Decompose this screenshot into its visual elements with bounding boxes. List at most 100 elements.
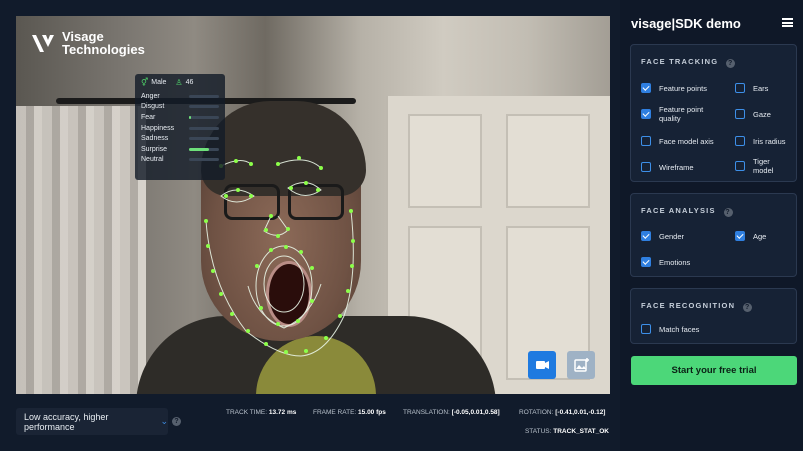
option-tiger-model[interactable]: Tiger model [735, 157, 785, 175]
option-wireframe[interactable]: Wireframe [641, 162, 721, 172]
option-label: Gender [659, 231, 685, 241]
brand-line-2: Technologies [62, 42, 145, 57]
emotion-list: Anger Disgust Fear Happiness Sadness Surprise… [141, 91, 219, 165]
emotion-label: Surprise [141, 145, 168, 153]
gender-value: Male [151, 79, 167, 86]
checkbox[interactable] [641, 231, 651, 241]
video-feed: Visage Technologies ⚥ Male ♙ 46 Anger Dis… [16, 16, 610, 394]
rotation-stat: ROTATION: [-0.41,0.01,-0.12] [519, 409, 605, 416]
emotion-label: Neutral [141, 156, 164, 164]
emotion-row: Anger [141, 91, 219, 102]
option-age[interactable]: Age [735, 231, 795, 241]
app-title: visage|SDK demo [631, 16, 741, 31]
face-tracking-mesh [204, 156, 355, 357]
option-face-model-axis[interactable]: Face model axis [641, 136, 721, 146]
translation-stat: TRANSLATION: [-0.05,0.01,0.58] [403, 409, 500, 416]
accuracy-select[interactable]: Low accuracy, higher performance ⌄ [16, 408, 168, 435]
frame-rate-label: FRAME RATE: [313, 409, 357, 416]
checkbox[interactable] [641, 136, 651, 146]
emotion-row: Happiness [141, 123, 219, 134]
emotion-label: Disgust [141, 103, 165, 111]
emotion-level-bar [189, 158, 219, 162]
checkbox[interactable] [641, 162, 651, 172]
help-icon[interactable]: ? [723, 208, 733, 217]
checkbox[interactable] [641, 257, 651, 267]
emotion-level-bar [189, 126, 219, 130]
track-time-stat: TRACK TIME: 13.72 ms [226, 409, 296, 416]
option-label: Wireframe [659, 162, 694, 172]
snapshot-button[interactable] [567, 351, 595, 379]
checkbox[interactable] [735, 136, 745, 146]
option-feature-point-quality[interactable]: Feature point quality [641, 105, 721, 123]
option-feature-points[interactable]: Feature points [641, 83, 721, 93]
option-label: Face model axis [659, 136, 714, 146]
chevron-down-icon: ⌄ [160, 416, 168, 426]
help-icon[interactable]: ? [172, 417, 181, 426]
video-camera-icon [536, 361, 549, 369]
emotion-row: Fear [141, 112, 219, 123]
option-gender[interactable]: Gender [641, 231, 721, 241]
age-icon: ♙ [175, 78, 183, 87]
face-recognition-card: FACE RECOGNITION? Match faces [630, 288, 797, 344]
option-match-faces[interactable]: Match faces [641, 324, 741, 334]
option-label: Feature points [659, 83, 707, 93]
camera-button[interactable] [528, 351, 556, 379]
demographics-row: ⚥ Male ♙ 46 [141, 78, 219, 87]
checkbox[interactable] [735, 161, 745, 171]
emotion-label: Fear [141, 113, 156, 121]
emotion-overlay: ⚥ Male ♙ 46 Anger Disgust Fear Happiness Sad… [135, 74, 225, 180]
visage-logo-icon [32, 35, 54, 52]
help-icon[interactable]: ? [743, 303, 753, 312]
emotion-label: Happiness [141, 124, 175, 132]
option-label: Age [753, 231, 767, 241]
feature-points [204, 156, 355, 354]
frame-rate-stat: FRAME RATE: 15.00 fps [313, 409, 386, 416]
checkbox[interactable] [641, 109, 651, 119]
track-time-value: 13.72 ms [268, 409, 297, 416]
track-time-label: TRACK TIME: [226, 409, 268, 416]
status-value: TRACK_STAT_OK [553, 428, 609, 435]
accuracy-select-value: Low accuracy, higher performance [24, 411, 109, 432]
option-label: Gaze [753, 109, 771, 119]
brand-logo: Visage Technologies [30, 30, 145, 56]
gender-icon: ⚥ [141, 78, 149, 87]
emotion-level-bar [189, 105, 219, 109]
face-tracking-card: FACE TRACKING? Feature points Ears Feature… [630, 44, 797, 182]
checkbox[interactable] [641, 83, 651, 93]
option-label: Match faces [659, 324, 700, 334]
option-label: Tiger model [753, 157, 774, 175]
option-gaze[interactable]: Gaze [735, 109, 795, 119]
option-label: Ears [753, 83, 769, 93]
emotion-level-bar [189, 147, 219, 151]
image-add-icon [574, 358, 589, 372]
emotion-label: Sadness [141, 135, 169, 143]
face-analysis-card: FACE ANALYSIS? Gender Age Emotions [630, 193, 797, 277]
face-recognition-heading: FACE RECOGNITION? [641, 301, 753, 312]
face-tracking-heading: FACE TRACKING? [641, 57, 736, 68]
emotion-row: Disgust [141, 102, 219, 113]
rotation-value: [-0.41,0.01,-0.12] [555, 409, 606, 416]
status-label: STATUS: [524, 428, 552, 435]
option-iris-radius[interactable]: Iris radius [735, 136, 795, 146]
option-emotions[interactable]: Emotions [641, 257, 721, 267]
option-label: Feature point quality [659, 105, 704, 123]
start-free-trial-button[interactable]: Start your free trial [631, 356, 797, 385]
translation-value: [-0.05,0.01,0.58] [451, 409, 500, 416]
frame-rate-value: 15.00 fps [358, 409, 386, 416]
checkbox[interactable] [641, 324, 651, 334]
tracking-status: STATUS: TRACK_STAT_OK [525, 428, 609, 435]
face-analysis-heading: FACE ANALYSIS? [641, 206, 733, 217]
checkbox[interactable] [735, 231, 745, 241]
checkbox[interactable] [735, 83, 745, 93]
option-label: Emotions [659, 257, 691, 267]
emotion-level-bar [189, 115, 219, 119]
emotion-level-bar [189, 94, 219, 98]
hamburger-icon[interactable] [782, 18, 793, 27]
option-ears[interactable]: Ears [735, 83, 795, 93]
emotion-row: Surprise [141, 144, 219, 155]
option-label: Iris radius [753, 136, 786, 146]
help-icon[interactable]: ? [726, 59, 736, 68]
emotion-level-bar [189, 137, 219, 141]
checkbox[interactable] [735, 109, 745, 119]
translation-label: TRANSLATION: [403, 409, 450, 416]
